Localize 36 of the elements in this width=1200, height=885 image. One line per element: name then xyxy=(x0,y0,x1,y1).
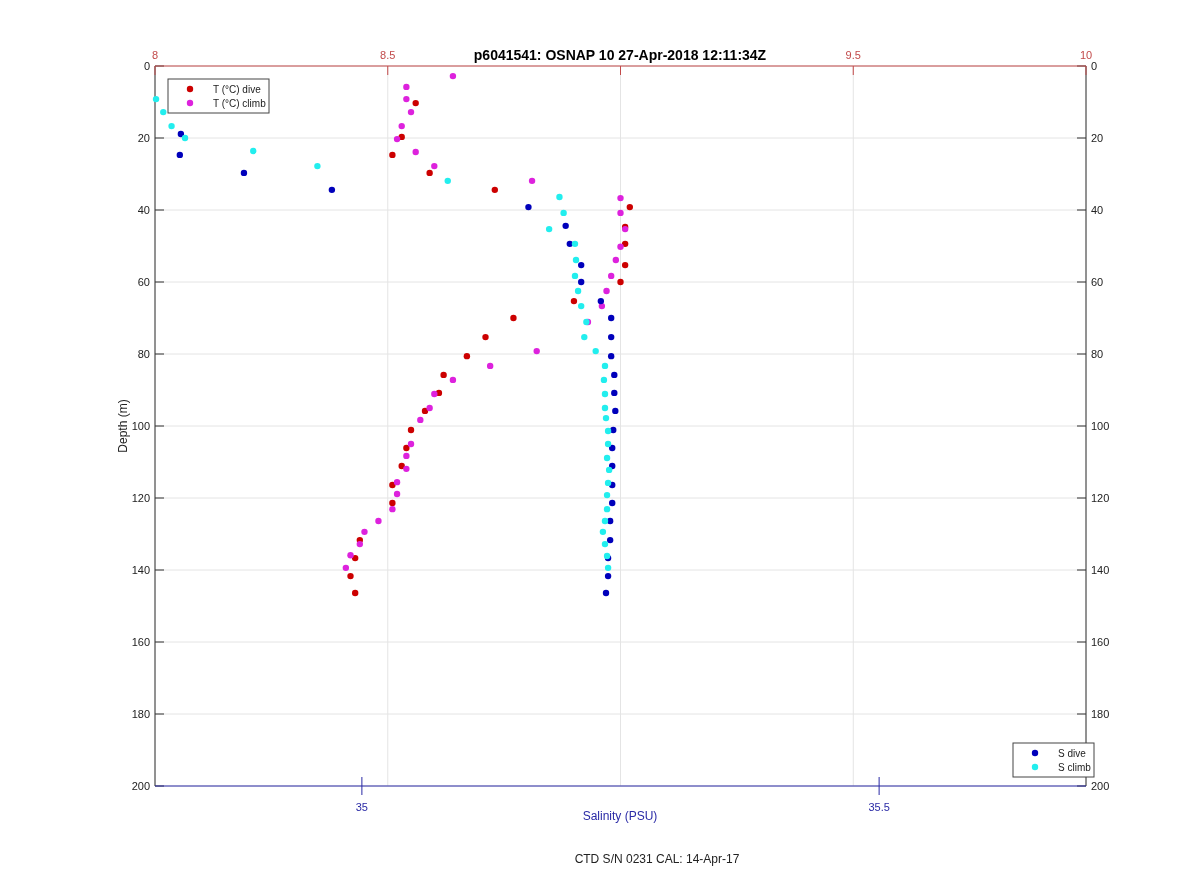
axis-tick-label: 0 xyxy=(1091,60,1098,72)
axis-tick-label: 100 xyxy=(1091,420,1110,432)
axis-tick-label: 80 xyxy=(137,348,150,360)
axis-tick-label: 100 xyxy=(131,420,150,432)
axis-tick-label: 40 xyxy=(137,204,150,216)
axis-tick-label: 200 xyxy=(131,780,150,792)
axis-tick-label: 180 xyxy=(131,708,150,720)
legend-label: S climb xyxy=(1058,761,1091,773)
axis-tick-label: 140 xyxy=(1091,564,1110,576)
axis-tick-label: 20 xyxy=(1091,132,1104,144)
axis-title: Salinity (PSU) xyxy=(582,809,658,823)
axis-tick-label: 20 xyxy=(137,132,150,144)
axis-tick-label: 160 xyxy=(1091,636,1110,648)
axis-tick-label: 8.5 xyxy=(380,49,396,61)
footer-text: CTD S/N 0231 CAL: 14-Apr-17 xyxy=(574,852,740,866)
legend-label: T (°C) climb xyxy=(213,97,266,109)
axis-tick-label: 80 xyxy=(1091,348,1104,360)
axis-tick-label: 0 xyxy=(143,60,150,72)
axis-tick-label: 9.5 xyxy=(845,49,861,61)
axis-title: Depth (m) xyxy=(116,399,130,453)
axis-tick-label: 140 xyxy=(131,564,150,576)
chart-title: p6041541: OSNAP 10 27-Apr-2018 12:11:34Z xyxy=(473,47,767,63)
axis-tick-label: 180 xyxy=(1091,708,1110,720)
axis-tick-label: 35 xyxy=(355,801,368,813)
axis-tick-label: 60 xyxy=(1091,276,1104,288)
legend-label: S dive xyxy=(1058,747,1086,759)
legend-label: T (°C) dive xyxy=(213,83,261,95)
axis-tick-label: 120 xyxy=(131,492,150,504)
axis-tick-label: 35.5 xyxy=(868,801,890,813)
axis-tick-label: 10 xyxy=(1079,49,1093,61)
axis-tick-label: 60 xyxy=(137,276,150,288)
axis-tick-label: 200 xyxy=(1091,780,1110,792)
axis-tick-label: 8 xyxy=(151,49,159,61)
axis-tick-label: 40 xyxy=(1091,204,1104,216)
axis-tick-label: 160 xyxy=(131,636,150,648)
axis-tick-label: 120 xyxy=(1091,492,1110,504)
